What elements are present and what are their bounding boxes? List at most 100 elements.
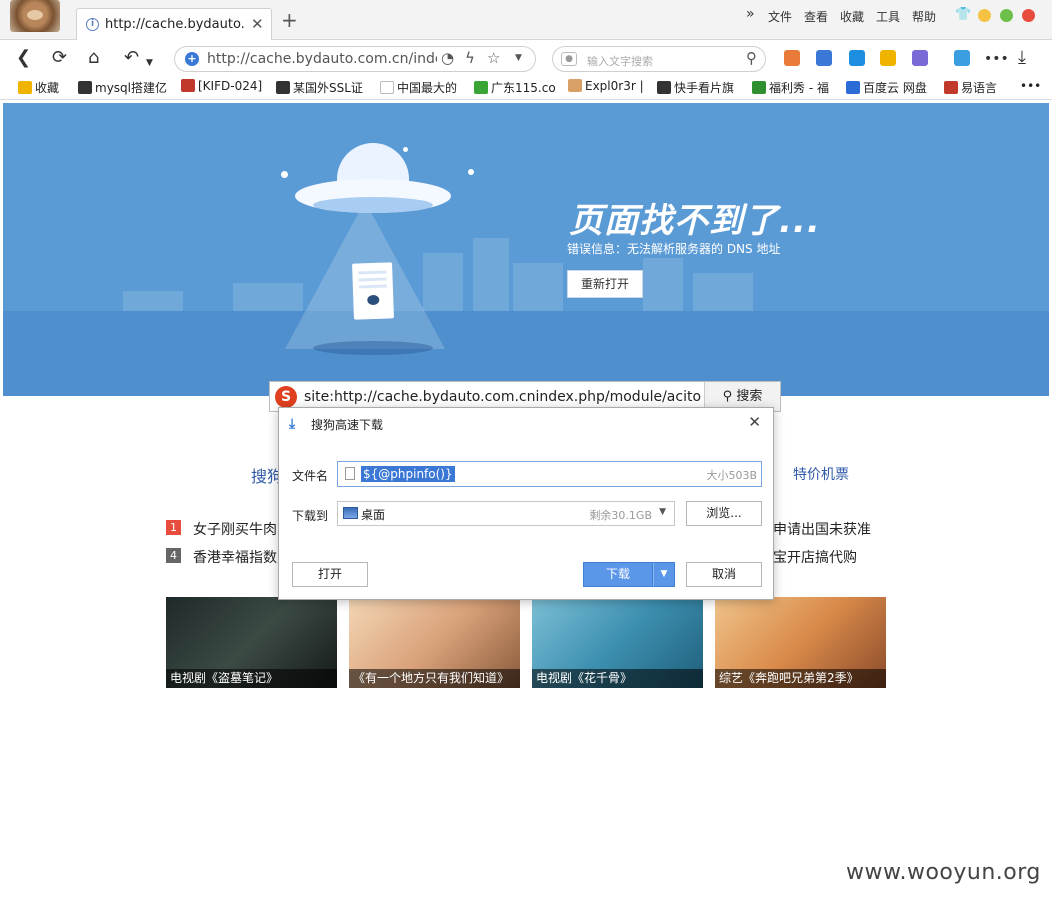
thumbnail-card[interactable]: 电视剧《盗墓笔记》 — [166, 597, 337, 688]
bookmark-item[interactable]: 福利秀 - 福 — [752, 79, 829, 96]
new-tab-button[interactable]: + — [281, 10, 298, 30]
tab-active[interactable]: i http://cache.bydauto.com.cn/index.php … — [76, 8, 272, 40]
news-item[interactable]: 申请出国未获准 — [773, 519, 871, 539]
news-item[interactable]: 女子刚买牛肉 — [193, 519, 277, 539]
bookmark-item[interactable]: 中国最大的 — [380, 79, 457, 96]
close-window-button[interactable] — [1022, 9, 1035, 22]
bookmark-item[interactable]: 快手看片旗 — [657, 79, 734, 96]
city-silhouette — [693, 273, 753, 313]
thumbnail-card[interactable]: 《有一个地方只有我们知道》 — [349, 597, 520, 688]
search-extension-icon[interactable] — [849, 50, 865, 66]
bookmark-item[interactable]: 广东115.co — [474, 79, 556, 96]
error-title: 页面找不到了... — [569, 201, 821, 241]
chevron-down-icon[interactable]: ▼ — [146, 53, 153, 73]
scissors-extension-icon[interactable] — [912, 50, 928, 66]
minimize-button[interactable] — [978, 9, 991, 22]
menu-favorites[interactable]: 收藏 — [840, 8, 864, 25]
cancel-button[interactable]: 取消 — [686, 562, 762, 587]
calendar-extension-icon[interactable] — [784, 50, 800, 66]
browse-button[interactable]: 浏览... — [686, 501, 762, 526]
screenshot-extension-icon[interactable] — [880, 50, 896, 66]
reopen-button[interactable]: 重新打开 — [567, 270, 643, 298]
translate-extension-icon[interactable] — [816, 50, 832, 66]
menu-file[interactable]: 文件 — [768, 8, 792, 25]
file-icon — [345, 467, 355, 480]
error-banner: 页面找不到了... 错误信息：无法解析服务器的 DNS 地址 重新打开 — [3, 103, 1049, 396]
url-text[interactable]: http://cache.bydauto.com.cn/index.php/mo… — [207, 51, 437, 67]
speed-icon[interactable]: ◔ — [441, 49, 454, 67]
puzzle-extension-icon[interactable] — [954, 50, 970, 66]
security-shield-icon: + — [185, 52, 199, 66]
download-icon: ⤓ — [289, 416, 296, 432]
undo-icon[interactable]: ↶ — [124, 48, 139, 68]
nav-link-flights[interactable]: 特价机票 — [793, 464, 849, 484]
bookmarks-bar: 收藏 mysql搭建亿 [KIFD-024] 某国外SSL证 中国最大的 广东1… — [0, 76, 1052, 100]
star-dot — [403, 147, 408, 152]
bookmark-item[interactable]: Expl0r3r | — [568, 79, 644, 93]
city-silhouette — [643, 258, 683, 313]
dialog-title: 搜狗高速下载 — [311, 418, 384, 432]
open-button[interactable]: 打开 — [292, 562, 368, 587]
download-options-icon[interactable]: ▼ — [653, 562, 675, 587]
bookmark-icon — [474, 81, 488, 94]
filename-label: 文件名 — [292, 469, 329, 483]
menu-view[interactable]: 查看 — [804, 8, 828, 25]
star-icon — [18, 81, 32, 94]
search-input[interactable]: site:http://cache.bydauto.com.cnindex.ph… — [304, 389, 702, 405]
url-dropdown-icon[interactable]: ▼ — [515, 53, 522, 63]
thumbnail-card[interactable]: 综艺《奔跑吧兄弟第2季》 — [715, 597, 886, 688]
more-icon[interactable]: ••• — [984, 49, 1009, 69]
search-icon[interactable]: ⚲ — [746, 49, 757, 67]
saveto-select[interactable]: 桌面 剩余30.1GB ▼ — [337, 501, 675, 526]
back-icon[interactable]: ❮ — [16, 48, 31, 68]
bookmark-item[interactable]: 某国外SSL证 — [276, 79, 363, 96]
download-button[interactable]: 下载 — [583, 562, 653, 587]
lost-page-icon — [352, 262, 394, 320]
bookmark-item[interactable]: [KIFD-024] — [181, 79, 262, 93]
close-icon[interactable]: ✕ — [748, 413, 761, 431]
lightning-icon[interactable]: ϟ — [465, 49, 475, 67]
saveto-value: 桌面 — [361, 508, 386, 522]
free-space: 剩余30.1GB — [589, 509, 652, 522]
bookmarks-more-icon[interactable]: ••• — [1020, 79, 1041, 93]
thumbnail-caption: 电视剧《盗墓笔记》 — [166, 669, 337, 688]
menu-overflow-icon[interactable]: » — [746, 6, 755, 22]
tab-title: http://cache.bydauto.com.cn/index.php — [105, 17, 245, 32]
bookmark-icon — [944, 81, 958, 94]
bookmark-item[interactable]: 百度云 网盘 — [846, 79, 927, 96]
menu-tools[interactable]: 工具 — [876, 8, 900, 25]
bookmark-item[interactable]: 收藏 — [18, 79, 59, 96]
skin-icon[interactable]: 👕 — [955, 7, 971, 22]
news-item[interactable]: 香港幸福指数 — [193, 547, 277, 567]
home-icon[interactable]: ⌂ — [88, 48, 99, 68]
thumbnail-card[interactable]: 电视剧《花千骨》 — [532, 597, 703, 688]
chevron-down-icon[interactable]: ▼ — [659, 507, 666, 517]
navigation-bar: ❮ ⟳ ⌂ ↶ ▼ + http://cache.bydauto.com.cn/… — [0, 40, 1052, 76]
thumbnail-caption: 电视剧《花千骨》 — [532, 669, 703, 688]
page-icon — [380, 81, 394, 94]
filename-value[interactable]: ${@phpinfo()} — [361, 466, 455, 482]
menu-help[interactable]: 帮助 — [912, 8, 936, 25]
browser-search-box[interactable]: ● 输入文字搜索 ⚲ — [552, 46, 766, 72]
city-silhouette — [123, 291, 183, 313]
info-icon: i — [86, 18, 99, 31]
tab-close-icon[interactable]: ✕ — [251, 15, 264, 33]
star-icon[interactable]: ☆ — [487, 49, 500, 67]
bookmark-icon — [181, 79, 195, 92]
address-bar[interactable]: + http://cache.bydauto.com.cn/index.php/… — [174, 46, 536, 72]
error-message: 错误信息：无法解析服务器的 DNS 地址 — [567, 242, 781, 256]
bookmark-icon — [657, 81, 671, 94]
bookmark-item[interactable]: 易语言 — [944, 79, 997, 96]
user-avatar[interactable] — [10, 0, 60, 32]
maximize-button[interactable] — [1000, 9, 1013, 22]
filename-field[interactable]: ${@phpinfo()} 大小503B — [337, 461, 762, 487]
city-silhouette — [473, 238, 509, 313]
search-engine-icon[interactable]: ● — [561, 52, 577, 66]
bookmark-item[interactable]: mysql搭建亿 — [78, 79, 167, 96]
refresh-icon[interactable]: ⟳ — [52, 48, 67, 68]
news-item[interactable]: 宝开店搞代购 — [773, 547, 857, 567]
download-icon[interactable]: ⤓ — [1018, 48, 1026, 68]
bookmark-icon — [846, 81, 860, 94]
ufo-shadow — [313, 341, 433, 355]
saveto-label: 下载到 — [292, 509, 329, 523]
